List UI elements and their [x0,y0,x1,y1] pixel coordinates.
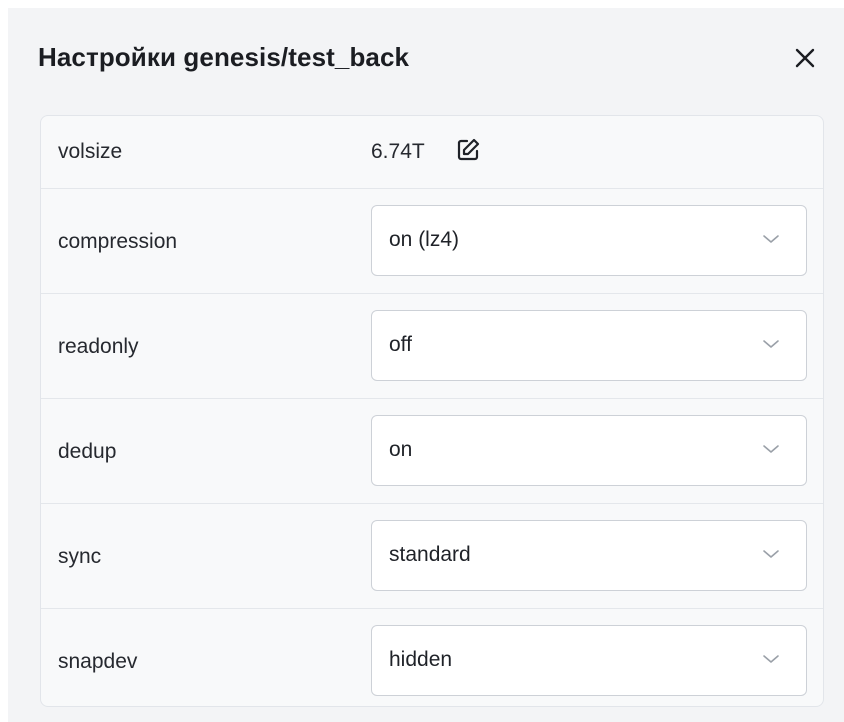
snapdev-select[interactable]: hidden [371,625,807,696]
property-row-dedup: dedup on [41,398,823,503]
property-label: volsize [58,140,123,163]
sync-select[interactable]: standard [371,520,807,591]
property-row-compression: compression on (lz4) [41,188,823,293]
settings-dialog: Настройки genesis/test_back volsize 6.74… [8,8,844,722]
property-label: compression [58,230,178,253]
property-row-readonly: readonly off [41,293,823,398]
property-label: sync [58,545,102,568]
select-value: on [389,438,413,461]
property-row-snapdev: snapdev hidden [41,608,823,706]
dialog-title: Настройки genesis/test_back [38,42,410,72]
select-value: standard [389,543,471,566]
chevron-down-icon [763,550,779,558]
edit-volsize-button[interactable] [453,135,483,165]
property-row-sync: sync standard [41,503,823,608]
volsize-value: 6.74T [371,140,425,163]
property-label: readonly [58,335,139,358]
close-button[interactable] [785,38,825,78]
chevron-down-icon [763,445,779,453]
property-label: snapdev [58,650,138,673]
compression-select[interactable]: on (lz4) [371,205,807,276]
chevron-down-icon [763,340,779,348]
select-value: off [389,333,412,356]
close-icon [795,48,815,68]
properties-table: volsize 6.74T compression on (lz4) reado… [40,115,824,707]
dedup-select[interactable]: on [371,415,807,486]
property-label: dedup [58,440,117,463]
readonly-select[interactable]: off [371,310,807,381]
select-value: hidden [389,648,453,671]
property-row-volsize: volsize 6.74T [41,116,823,188]
chevron-down-icon [763,655,779,663]
edit-icon [457,138,480,161]
select-value: on (lz4) [389,228,460,251]
chevron-down-icon [763,235,779,243]
